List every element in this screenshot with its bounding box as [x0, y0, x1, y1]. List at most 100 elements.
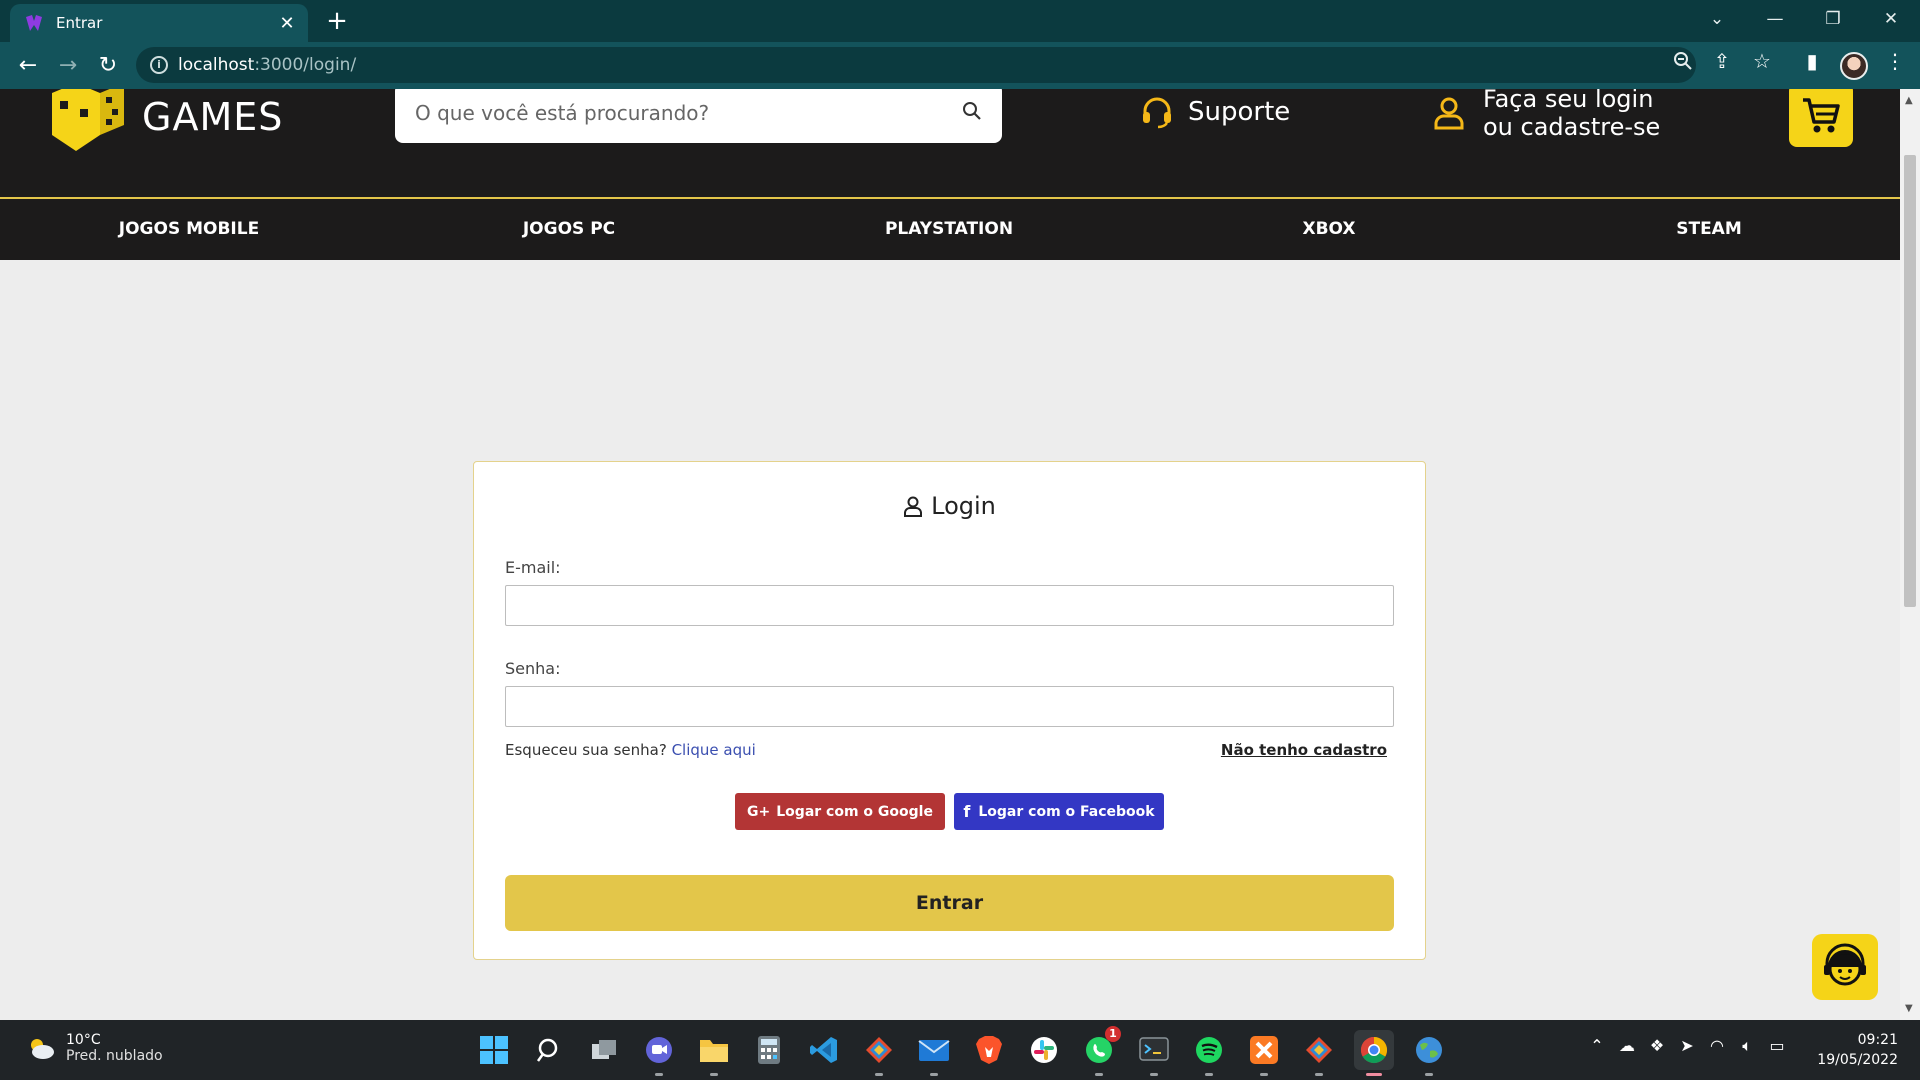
terminal-button[interactable] — [1134, 1030, 1174, 1076]
profile-avatar[interactable] — [1840, 52, 1868, 80]
wifi-icon[interactable]: ◠ — [1702, 1036, 1732, 1056]
side-panel-icon[interactable]: ▮ — [1797, 49, 1827, 73]
browser-menu-icon[interactable]: ⋮ — [1880, 49, 1910, 73]
git-tool-2-button[interactable] — [1299, 1030, 1339, 1076]
cloudy-weather-icon — [31, 1039, 54, 1059]
windows-logo-icon — [480, 1036, 508, 1064]
tab-close-icon[interactable]: ✕ — [276, 13, 298, 34]
account-link[interactable]: Faça seu login ou cadastre-se — [1433, 89, 1660, 141]
calculator-icon — [758, 1036, 780, 1064]
windows-taskbar: 10°C Pred. nublado 1 ⌃ ☁ ❖ ➤ ◠ 🔈︎ ▭ 09:2… — [0, 1020, 1920, 1080]
close-window-button[interactable]: ✕ — [1862, 0, 1920, 38]
account-line-2: ou cadastre-se — [1483, 113, 1661, 141]
browser-tab-bar: Entrar ✕ + ⌄ — ❐ ✕ — [0, 0, 1920, 42]
nav-item-jogos-pc[interactable]: JOGOS PC — [449, 199, 689, 260]
google-login-button[interactable]: G+ Logar com o Google — [735, 793, 945, 830]
running-indicator — [875, 1073, 883, 1076]
search-icon — [536, 1038, 558, 1062]
scroll-up-icon[interactable]: ▲ — [1905, 95, 1913, 106]
brand-name: GAMES — [142, 95, 284, 139]
brave-button[interactable] — [969, 1030, 1009, 1070]
weather-text: 10°C Pred. nublado — [66, 1032, 163, 1064]
weather-widget[interactable]: 10°C Pred. nublado — [26, 1032, 163, 1064]
nav-item-jogos-mobile[interactable]: JOGOS MOBILE — [69, 199, 309, 260]
browser-tab[interactable]: Entrar ✕ — [10, 4, 308, 42]
chrome-button[interactable] — [1354, 1030, 1394, 1076]
tab-search-icon[interactable]: ⌄ — [1688, 0, 1746, 38]
support-link[interactable]: Suporte — [1140, 95, 1290, 129]
chat-icon — [646, 1037, 672, 1063]
back-arrow-icon[interactable]: ← — [12, 50, 44, 82]
zoom-icon[interactable] — [1670, 51, 1696, 76]
search-icon[interactable] — [960, 99, 984, 123]
teams-chat-button[interactable] — [639, 1030, 679, 1076]
url-text[interactable]: localhost:3000/login/ — [178, 55, 356, 75]
globe-app-button[interactable] — [1409, 1030, 1449, 1076]
facebook-login-button[interactable]: f Logar com o Facebook — [954, 793, 1164, 830]
category-nav: JOGOS MOBILE JOGOS PC PLAYSTATION XBOX S… — [0, 199, 1900, 260]
slack-button[interactable] — [1024, 1030, 1064, 1070]
minimize-button[interactable]: — — [1746, 0, 1804, 38]
submit-button[interactable]: Entrar — [505, 875, 1394, 931]
system-tray: ⌃ ☁ ❖ ➤ ◠ 🔈︎ ▭ — [1582, 1036, 1792, 1056]
account-line-1: Faça seu login — [1483, 89, 1654, 113]
show-hidden-icons-icon[interactable]: ⌃ — [1582, 1036, 1612, 1056]
mail-icon — [918, 1040, 950, 1061]
scrollbar-thumb[interactable] — [1904, 155, 1916, 607]
scroll-down-icon[interactable]: ▼ — [1905, 1003, 1913, 1014]
restore-button[interactable]: ❐ — [1804, 0, 1862, 38]
slack-icon — [1031, 1037, 1057, 1063]
volume-icon[interactable]: 🔈︎ — [1732, 1036, 1762, 1056]
dropbox-icon[interactable]: ❖ — [1642, 1036, 1672, 1056]
site-logo[interactable]: GAMES — [46, 89, 283, 151]
task-view-button[interactable] — [584, 1030, 624, 1070]
support-chat-button[interactable] — [1812, 934, 1878, 1000]
reload-icon[interactable]: ↻ — [92, 50, 124, 82]
calculator-button[interactable] — [749, 1030, 789, 1070]
git-diamond-icon — [866, 1037, 892, 1063]
forgot-password-link[interactable]: Clique aqui — [672, 741, 756, 759]
user-icon — [904, 496, 923, 517]
password-label: Senha: — [505, 659, 561, 678]
support-agent-icon — [1824, 943, 1866, 986]
search-taskbar-button[interactable] — [529, 1030, 569, 1070]
spotify-button[interactable] — [1189, 1030, 1229, 1076]
search-input[interactable] — [415, 97, 935, 129]
browser-toolbar: ← → ↻ i localhost:3000/login/ ⇪ ☆ ▮ ⋮ — [0, 42, 1920, 89]
whatsapp-button[interactable]: 1 — [1079, 1026, 1121, 1076]
file-explorer-button[interactable] — [694, 1030, 734, 1076]
share-icon[interactable]: ⇪ — [1707, 49, 1737, 73]
forward-arrow-icon[interactable]: → — [52, 50, 84, 82]
nav-item-xbox[interactable]: XBOX — [1209, 199, 1449, 260]
login-title: Login — [474, 492, 1425, 520]
bookmark-star-icon[interactable]: ☆ — [1747, 49, 1777, 73]
nav-item-playstation[interactable]: PLAYSTATION — [829, 199, 1069, 260]
login-card: Login E-mail: Senha: Esqueceu sua senha?… — [473, 461, 1426, 960]
mail-button[interactable] — [914, 1030, 954, 1076]
vscode-button[interactable] — [804, 1030, 844, 1070]
facebook-login-label: Logar com o Facebook — [978, 803, 1155, 820]
xampp-button[interactable] — [1244, 1030, 1284, 1076]
running-indicator — [930, 1073, 938, 1076]
nav-item-steam[interactable]: STEAM — [1589, 199, 1829, 260]
address-bar[interactable]: i localhost:3000/login/ — [136, 47, 1696, 83]
headset-icon — [1143, 97, 1171, 129]
login-title-text: Login — [931, 492, 996, 520]
cart-button[interactable] — [1789, 89, 1853, 147]
onedrive-cloud-icon[interactable]: ☁ — [1612, 1036, 1642, 1056]
new-tab-button[interactable]: + — [322, 6, 352, 36]
running-indicator — [1425, 1073, 1433, 1076]
running-indicator — [1205, 1073, 1213, 1076]
register-link[interactable]: Não tenho cadastro — [1221, 741, 1387, 759]
taskbar-clock[interactable]: 09:21 19/05/2022 — [1817, 1030, 1898, 1070]
location-arrow-icon[interactable]: ➤ — [1672, 1036, 1702, 1056]
email-field[interactable] — [505, 585, 1394, 626]
battery-icon[interactable]: ▭ — [1762, 1036, 1792, 1056]
spotify-icon — [1196, 1037, 1222, 1063]
running-indicator — [1260, 1073, 1268, 1076]
start-button[interactable] — [474, 1030, 514, 1070]
password-field[interactable] — [505, 686, 1394, 727]
page-scrollbar[interactable]: ▲ ▼ — [1900, 89, 1920, 1020]
site-info-icon[interactable]: i — [150, 56, 168, 74]
git-tool-button[interactable] — [859, 1030, 899, 1076]
